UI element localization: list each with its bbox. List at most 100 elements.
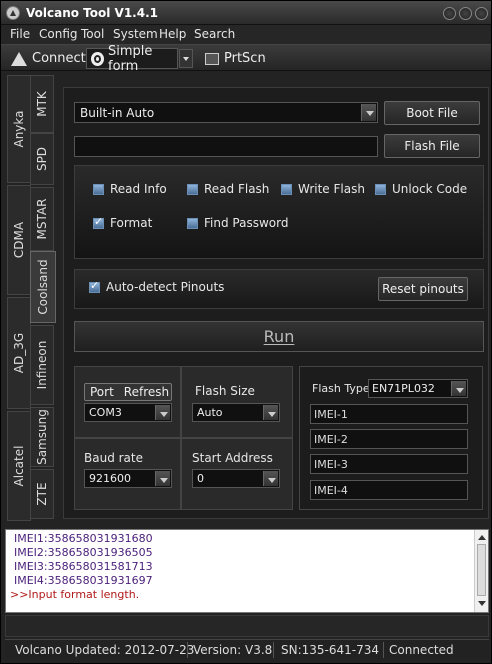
log-output[interactable]: IMEI1:358658031931680 IMEI2:358658031936… (5, 529, 489, 613)
group-ad3g-label: AD_3G (12, 332, 26, 374)
imei-4-field[interactable]: IMEI-4 (310, 480, 468, 500)
write-flash-checkbox[interactable]: Write Flash (281, 182, 365, 196)
maximize-button[interactable] (459, 7, 472, 20)
status-updated: Volcano Updated: 2012-07-23 (15, 643, 195, 657)
tab-samsung[interactable]: Samsung (30, 407, 54, 467)
group-alcatel[interactable]: Alcatel (7, 411, 31, 521)
tab-samsung-label: Samsung (35, 409, 49, 465)
flash-file-button[interactable]: Flash File (384, 134, 480, 158)
mode-combo-value: Built-in Auto (80, 106, 155, 120)
toolbar: Connect Simple form PrtScn (1, 44, 491, 74)
window-title: Volcano Tool V1.4.1 (26, 6, 158, 20)
log-line: IMEI3:358658031581713 (14, 560, 153, 573)
tab-zte[interactable]: ZTE (30, 469, 54, 519)
port-cell (74, 366, 181, 438)
auto-detect-checkbox[interactable]: Auto-detect Pinouts (89, 279, 225, 294)
read-info-checkbox[interactable]: Read Info (93, 182, 167, 196)
tab-infineon-label: Infineon (35, 340, 49, 390)
baud-rate-label: Baud rate (84, 451, 143, 465)
tab-infineon[interactable]: Infineon (30, 325, 54, 405)
group-ad3g[interactable]: AD_3G (7, 297, 31, 409)
tab-spd-label: SPD (35, 146, 49, 172)
status-separator (187, 642, 188, 658)
flash-file-path-input[interactable] (74, 136, 378, 157)
chevron-down-icon (155, 405, 170, 420)
status-sn: SN:135-641-734 (281, 643, 380, 657)
read-info-label: Read Info (110, 182, 167, 196)
menu-search[interactable]: Search (194, 27, 235, 41)
checkbox-icon (281, 183, 292, 195)
baud-rate-select[interactable]: 921600 (84, 469, 172, 488)
chevron-down-icon (263, 405, 278, 420)
minimize-button[interactable] (443, 7, 456, 20)
prtscn-button[interactable]: PrtScn (201, 48, 267, 69)
flash-type-select[interactable]: EN71PL032 (368, 379, 468, 398)
start-address-select[interactable]: 0 (192, 469, 280, 488)
group-cdma-label: CDMA (12, 221, 26, 259)
read-flash-checkbox[interactable]: Read Flash (187, 182, 269, 196)
checkbox-icon (187, 183, 198, 195)
chevron-down-icon (451, 381, 466, 396)
imei-3-field[interactable]: IMEI-3 (310, 454, 468, 474)
port-value: COM3 (89, 406, 122, 419)
chevron-down-icon (263, 471, 278, 486)
menu-help[interactable]: Help (159, 27, 186, 41)
flash-size-value: Auto (197, 406, 223, 419)
menu-bar: File Config Tool System Help Search (1, 25, 491, 44)
port-select[interactable]: COM3 (84, 403, 172, 422)
flash-size-select[interactable]: Auto (192, 403, 280, 422)
menu-file[interactable]: File (10, 27, 30, 41)
menu-tool[interactable]: Tool (81, 27, 104, 41)
group-anyka-label: Anyka (12, 110, 26, 148)
log-line: IMEI2:358658031936505 (14, 546, 153, 559)
format-checkbox[interactable]: Format (93, 215, 153, 230)
imei-2-field[interactable]: IMEI-2 (310, 429, 468, 449)
start-address-value: 0 (197, 472, 204, 485)
connect-button[interactable]: Connect (7, 48, 86, 69)
unlock-code-checkbox[interactable]: Unlock Code (375, 182, 467, 196)
tab-mstar-label: MSTAR (35, 198, 49, 240)
log-scrollbar[interactable] (474, 530, 488, 612)
start-address-label: Start Address (192, 451, 273, 465)
tab-coolsand-label: Coolsand (36, 259, 50, 315)
checkbox-checked-icon (89, 279, 100, 293)
scroll-down-icon[interactable] (476, 598, 487, 610)
volcano-app-icon (6, 6, 20, 20)
tab-mstar[interactable]: MSTAR (30, 187, 54, 251)
status-separator (273, 642, 274, 658)
simple-form-button[interactable]: Simple form (86, 44, 178, 74)
app-window: Volcano Tool V1.4.1 File Config Tool Sys… (0, 0, 492, 664)
boot-file-button[interactable]: Boot File (384, 101, 480, 125)
close-button[interactable] (475, 7, 488, 20)
menu-system[interactable]: System (113, 27, 158, 41)
tab-mtk[interactable]: MTK (30, 75, 54, 133)
group-anyka[interactable]: Anyka (7, 75, 31, 183)
status-version: Version: V3.8 (193, 643, 273, 657)
tab-mtk-label: MTK (35, 91, 49, 117)
tab-coolsand[interactable]: Coolsand (30, 251, 56, 323)
tab-spd[interactable]: SPD (30, 133, 54, 185)
imei-1-field[interactable]: IMEI-1 (310, 404, 468, 424)
port-refresh-header[interactable]: Port Refresh (84, 383, 172, 401)
find-password-checkbox[interactable]: Find Password (187, 216, 288, 230)
format-label: Format (110, 216, 153, 230)
status-connection: Connected (389, 643, 454, 657)
run-button[interactable]: Run (74, 321, 484, 352)
menu-config[interactable]: Config (39, 27, 78, 41)
screenshot-icon (205, 52, 219, 65)
auto-detect-label: Auto-detect Pinouts (106, 280, 225, 294)
read-flash-label: Read Flash (204, 182, 270, 196)
reset-pinouts-button[interactable]: Reset pinouts (378, 277, 468, 301)
scroll-thumb[interactable] (477, 544, 486, 596)
gear-icon (91, 51, 104, 66)
flash-size-cell (181, 366, 293, 438)
log-line: IMEI1:358658031931680 (14, 532, 153, 545)
group-cdma[interactable]: CDMA (7, 185, 31, 295)
scroll-up-icon[interactable] (476, 532, 487, 544)
chevron-down-icon (155, 471, 170, 486)
run-label: Run (263, 327, 295, 346)
refresh-label: Refresh (123, 385, 170, 399)
mode-combo[interactable]: Built-in Auto (74, 102, 378, 123)
mode-dropdown-arrow[interactable] (179, 49, 193, 68)
group-alcatel-label: Alcatel (12, 445, 26, 487)
